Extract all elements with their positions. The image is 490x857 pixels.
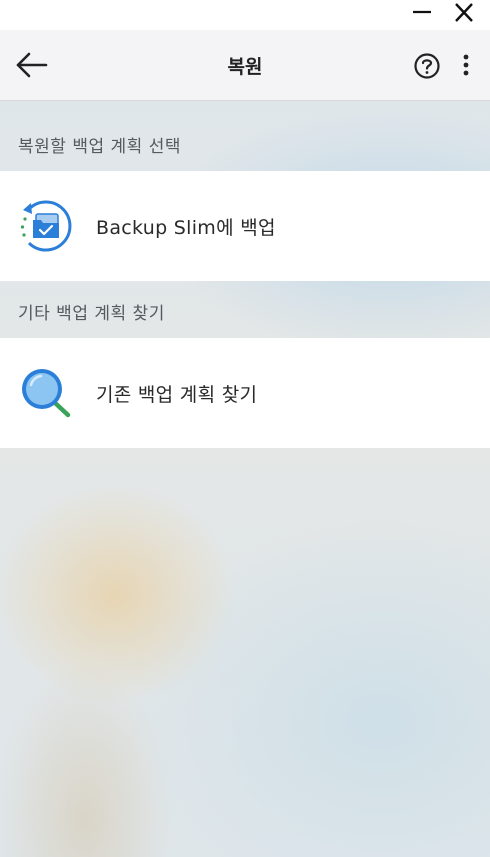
search-magnifier-icon <box>22 369 71 418</box>
list-item-find-existing[interactable]: 기존 백업 계획 찾기 <box>0 338 490 448</box>
section-label-select-plan: 복원할 백업 계획 선택 <box>18 137 181 157</box>
list-item-label: Backup Slim에 백업 <box>96 217 276 239</box>
more-vertical-icon <box>463 54 469 76</box>
close-button[interactable] <box>444 0 484 30</box>
backup-folder-icon <box>20 200 72 252</box>
question-circle-icon <box>414 53 440 79</box>
minimize-icon <box>413 10 431 14</box>
list-item-backup-slim[interactable]: Backup Slim에 백업 <box>0 171 490 281</box>
minimize-button[interactable] <box>402 0 442 30</box>
window-titlebar <box>0 0 490 30</box>
app-header: 복원 <box>0 30 490 101</box>
list-item-label: 기존 백업 계획 찾기 <box>96 384 258 406</box>
help-button[interactable] <box>412 51 442 81</box>
section-label-other-plans: 기타 백업 계획 찾기 <box>18 304 165 324</box>
more-options-button[interactable] <box>456 51 476 81</box>
close-icon <box>455 3 473 22</box>
